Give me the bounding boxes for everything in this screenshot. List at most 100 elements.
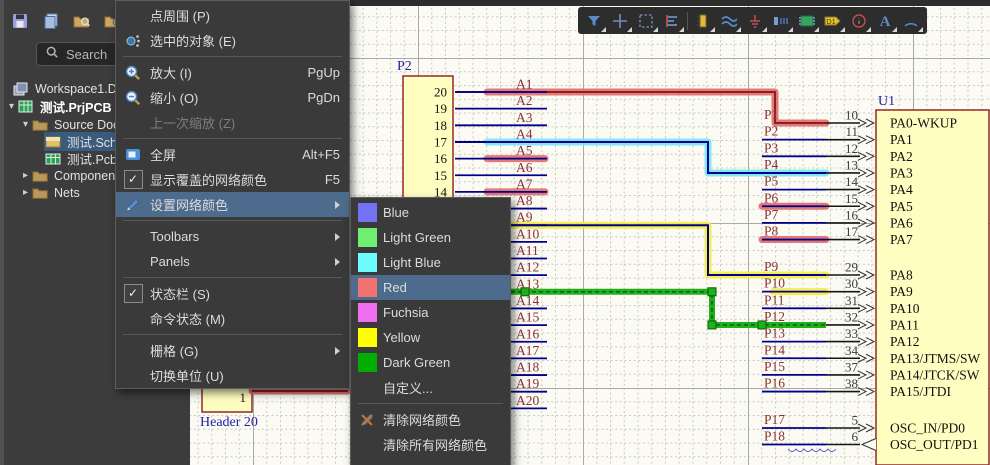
net-label[interactable]: A18 (516, 360, 539, 375)
tree-item-label: Nets (54, 185, 80, 200)
designator-tag-icon[interactable]: D1 (820, 8, 846, 33)
filter-icon[interactable] (581, 8, 607, 33)
net-label[interactable]: A6 (516, 160, 533, 175)
application-window: P2 U1 1 Header 20 20 19 18 17 16 15 14 A1 A2 A3 A4 A5 A6… (0, 0, 990, 465)
net-label[interactable]: P7 (764, 207, 779, 222)
net-label[interactable]: A2 (516, 93, 533, 108)
net-label[interactable]: P4 (764, 157, 779, 172)
selection-handle[interactable] (707, 320, 717, 330)
pcb-chip-icon[interactable] (794, 8, 820, 33)
submenu-item-custom[interactable]: 自定义... (351, 375, 510, 400)
component-icon[interactable] (690, 8, 716, 33)
net-label[interactable]: A15 (516, 310, 539, 325)
net-label[interactable]: P8 (764, 224, 779, 239)
align-icon[interactable] (659, 8, 685, 33)
submenu-item-yellow[interactable]: Yellow (351, 325, 510, 350)
submenu-item-light-blue[interactable]: Light Blue (351, 250, 510, 275)
submenu-item-clear-net-color[interactable]: 清除网络颜色 (351, 407, 510, 432)
selection-handle[interactable] (707, 287, 717, 297)
net-label[interactable]: P18 (764, 429, 785, 444)
net-label[interactable]: A8 (516, 193, 533, 208)
net-label[interactable]: P1 (764, 107, 778, 122)
net-label[interactable]: P15 (764, 359, 785, 374)
submenu-item-dark-green[interactable]: Dark Green (351, 350, 510, 375)
net-label[interactable]: P13 (764, 326, 785, 341)
net-label[interactable]: P11 (764, 292, 785, 307)
port-icon[interactable] (768, 8, 794, 33)
net-label[interactable]: A5 (516, 143, 533, 158)
net-label[interactable]: P12 (764, 309, 785, 324)
net-label[interactable]: P16 (764, 376, 785, 391)
net-label[interactable]: P10 (764, 276, 785, 291)
net-label[interactable]: A17 (516, 343, 539, 358)
menu-item-point-around[interactable]: 点周围 (P) (116, 3, 349, 28)
crosshair-icon[interactable] (607, 8, 633, 33)
selection-rect-icon[interactable] (633, 8, 659, 33)
submenu-item-fuchsia[interactable]: Fuchsia (351, 300, 510, 325)
menu-item-show-net-colors[interactable]: ✓ 显示覆盖的网络颜色 F5 (116, 167, 349, 192)
save-icon[interactable] (10, 11, 30, 31)
menu-item-grids[interactable]: 栅格 (G) (116, 338, 349, 363)
net-label[interactable]: P14 (764, 342, 785, 357)
net-label[interactable]: A1 (516, 77, 533, 92)
menu-item-previous-zoom[interactable]: 上一次缩放 (Z) (116, 110, 349, 135)
menu-item-zoom-out[interactable]: 缩小 (O) PgDn (116, 85, 349, 110)
checked-icon: ✓ (116, 170, 150, 189)
arc-icon[interactable] (898, 8, 924, 33)
net-label[interactable]: P9 (764, 259, 779, 274)
designator-u1[interactable]: U1 (878, 94, 895, 109)
menu-item-command-status[interactable]: 命令状态 (M) (116, 306, 349, 331)
menu-separator (123, 138, 342, 139)
net-label[interactable]: P5 (764, 174, 779, 189)
pin-number: 33 (845, 326, 858, 341)
copy-documents-icon[interactable] (41, 11, 61, 31)
net-label[interactable]: A11 (516, 243, 539, 258)
submenu-item-light-green[interactable]: Light Green (351, 225, 510, 250)
pencil-icon (116, 196, 150, 214)
menu-item-selected-objects[interactable]: 选中的对象 (E) (116, 28, 349, 53)
menu-item-zoom-in[interactable]: 放大 (I) PgUp (116, 60, 349, 85)
pin-name: PA13/JTMS/SW (890, 351, 981, 366)
net-label[interactable]: A19 (516, 376, 539, 391)
header20-label[interactable]: Header 20 (200, 415, 258, 430)
expander-open-icon[interactable]: ▾ (6, 101, 17, 112)
net-label[interactable]: A9 (516, 210, 533, 225)
designator-p2[interactable]: P2 (397, 59, 412, 74)
expander-closed-icon[interactable]: ▸ (20, 187, 31, 198)
net-label[interactable]: A14 (516, 293, 539, 308)
menu-item-set-net-colors[interactable]: 设置网络颜色 (116, 192, 349, 217)
menu-separator (123, 334, 342, 335)
net-label[interactable]: A13 (516, 276, 539, 291)
net-label[interactable]: A20 (516, 393, 539, 408)
pin-name: PA3 (890, 165, 913, 180)
submenu-item-blue[interactable]: Blue (351, 200, 510, 225)
net-label[interactable]: P6 (764, 190, 779, 205)
folder-search-icon[interactable] (72, 11, 92, 31)
expander-open-icon[interactable]: ▾ (20, 119, 31, 130)
net-label[interactable]: P17 (764, 412, 785, 427)
menu-item-panels[interactable]: Panels (116, 249, 349, 274)
ground-icon[interactable] (742, 8, 768, 33)
tree-item-label: 测试.Pcb (67, 153, 118, 167)
menu-item-toggle-units[interactable]: 切换单位 (U) (116, 363, 349, 388)
net-label[interactable]: A4 (516, 126, 533, 141)
menu-item-toolbars[interactable]: Toolbars (116, 224, 349, 249)
pin-number: 30 (845, 276, 858, 291)
menu-item-fullscreen[interactable]: 全屏 Alt+F5 (116, 142, 349, 167)
net-label[interactable]: A16 (516, 326, 539, 341)
wires-icon[interactable] (716, 8, 742, 33)
text-icon[interactable]: A (872, 8, 898, 33)
pin-name: OSC_OUT/PD1 (890, 437, 979, 452)
net-label[interactable]: P3 (764, 140, 779, 155)
net-label[interactable]: P2 (764, 124, 778, 139)
submenu-item-red[interactable]: Red (351, 275, 510, 300)
net-label[interactable]: A3 (516, 110, 533, 125)
expander-closed-icon[interactable]: ▸ (20, 170, 31, 181)
submenu-item-clear-all-net-colors[interactable]: 清除所有网络颜色 (351, 432, 510, 457)
p2-pin-number: 18 (434, 118, 447, 133)
net-label[interactable]: A12 (516, 260, 539, 275)
menu-item-status-bar[interactable]: ✓ 状态栏 (S) (116, 281, 349, 306)
net-label[interactable]: A7 (516, 176, 533, 191)
info-icon[interactable] (846, 8, 872, 33)
net-label[interactable]: A10 (516, 226, 539, 241)
